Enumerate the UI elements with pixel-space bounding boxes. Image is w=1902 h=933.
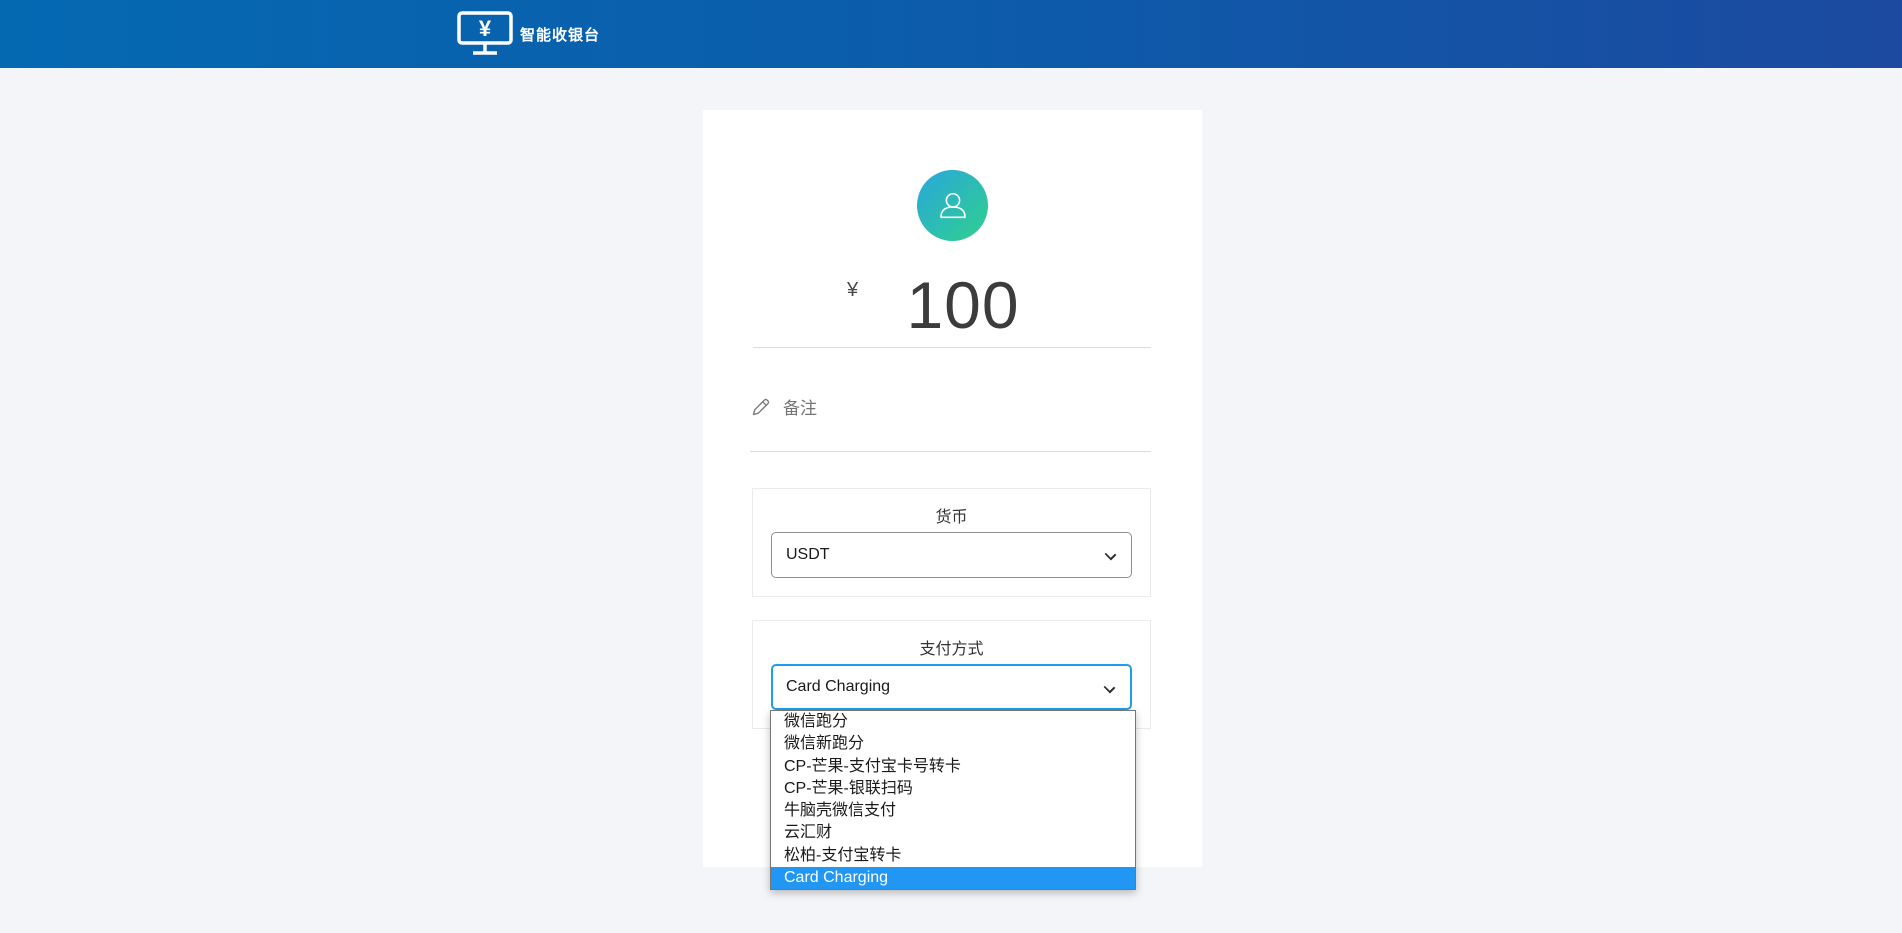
dropdown-option[interactable]: 微信新跑分: [771, 733, 1135, 755]
payment-section-label: 支付方式: [753, 621, 1150, 657]
currency-symbol: ¥: [847, 279, 858, 302]
currency-section: 货币 USDT: [752, 488, 1151, 597]
pencil-icon: [750, 397, 771, 418]
avatar: [917, 170, 988, 241]
dropdown-option[interactable]: CP-芒果-银联扫码: [771, 778, 1135, 800]
dropdown-option[interactable]: 牛脑壳微信支付: [771, 800, 1135, 822]
remark-field[interactable]: 备注: [750, 388, 1151, 452]
currency-section-label: 货币: [753, 489, 1150, 525]
dropdown-option[interactable]: 云汇财: [771, 822, 1135, 844]
amount-field[interactable]: ¥ 100: [753, 270, 1151, 348]
dropdown-option[interactable]: 微信跑分: [771, 711, 1135, 733]
chevron-down-icon: [1105, 549, 1117, 561]
page-title: 智能收银台: [520, 0, 600, 68]
payment-method-select[interactable]: Card Charging: [771, 664, 1132, 710]
cashier-monitor-icon: ¥: [457, 9, 513, 57]
user-icon: [931, 184, 975, 228]
chevron-down-icon: [1104, 682, 1116, 694]
logo-yen-glyph: ¥: [479, 16, 492, 41]
dropdown-option[interactable]: CP-芒果-支付宝卡号转卡: [771, 756, 1135, 778]
dropdown-option[interactable]: 松柏-支付宝转卡: [771, 845, 1135, 867]
currency-select[interactable]: USDT: [771, 532, 1132, 578]
remark-label: 备注: [783, 394, 817, 419]
payment-method-dropdown: 微信跑分微信新跑分CP-芒果-支付宝卡号转卡CP-芒果-银联扫码牛脑壳微信支付云…: [770, 710, 1136, 890]
app-header: ¥ 智能收银台: [0, 0, 1902, 68]
checkout-card: ¥ 100 备注 货币 USDT 支付方式 Card Charging 微信跑分…: [703, 110, 1202, 867]
payment-selected-value: Card Charging: [786, 678, 890, 696]
currency-selected-value: USDT: [786, 546, 830, 564]
dropdown-option[interactable]: Card Charging: [771, 867, 1135, 889]
amount-value: 100: [906, 270, 1019, 340]
